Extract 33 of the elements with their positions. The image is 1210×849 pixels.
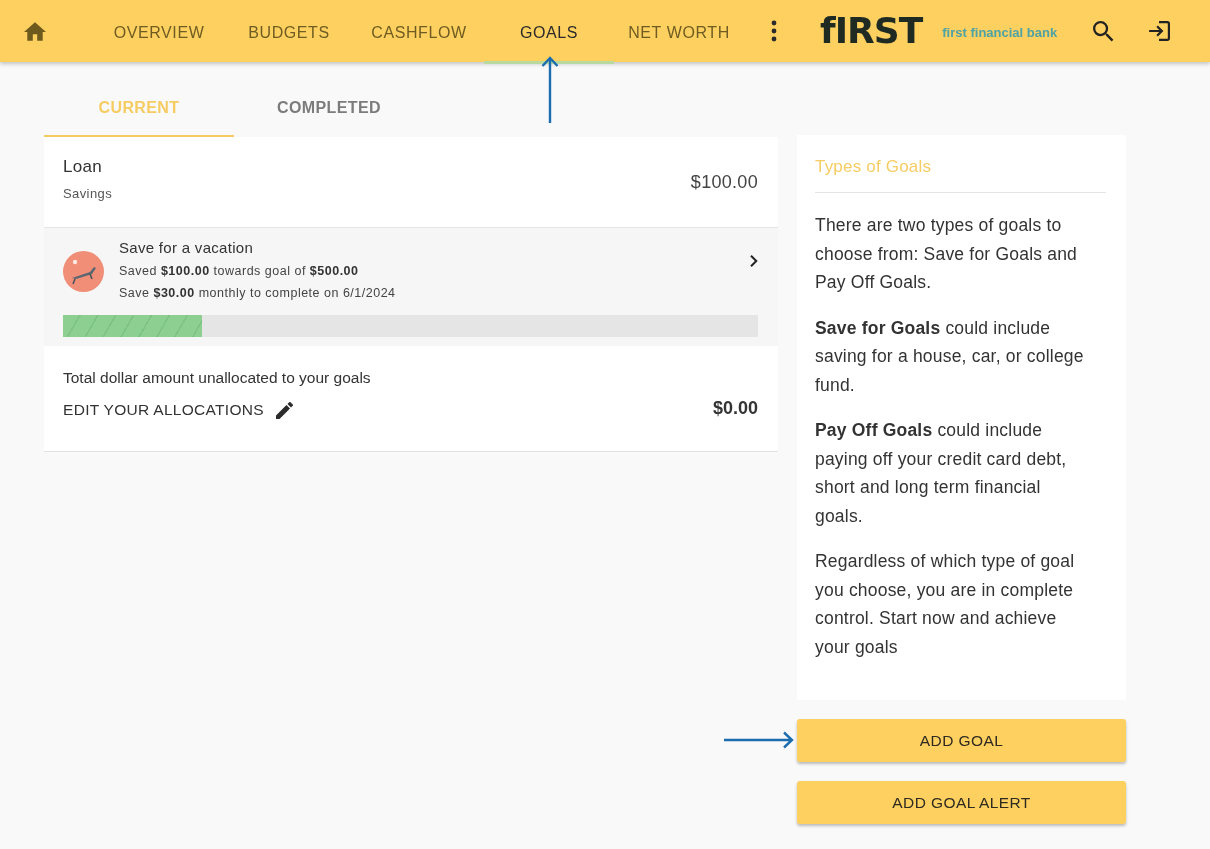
edit-allocations-link[interactable]: EDIT YOUR ALLOCATIONS	[63, 401, 293, 419]
info-panel-title: Types of Goals	[815, 157, 1106, 193]
goal-title: Save for a vacation	[119, 239, 255, 256]
home-icon[interactable]	[24, 20, 46, 42]
action-button[interactable]: ADD GOAL	[797, 719, 1126, 762]
nav-tab[interactable]: CASHFLOW	[354, 1, 484, 64]
goal-progress-text: Saved $100.00 towards goal of $500.00	[119, 264, 360, 278]
annotation-arrow-icon	[724, 731, 794, 749]
more-options-icon[interactable]	[771, 20, 777, 42]
pencil-icon[interactable]	[275, 401, 293, 419]
account-name: Loan	[63, 157, 104, 177]
unallocated-amount: $0.00	[712, 397, 758, 419]
search-icon[interactable]	[1093, 20, 1115, 42]
account-type: Savings	[63, 186, 113, 201]
nav-tab[interactable]: BUDGETS	[224, 1, 354, 64]
chevron-right-icon[interactable]	[750, 255, 758, 267]
action-button[interactable]: ADD GOAL ALERT	[797, 781, 1126, 824]
logo-tagline: first financial bank	[942, 23, 1058, 40]
nav-tab[interactable]: GOALS	[484, 1, 614, 64]
logo-wordmark: fIRST	[820, 13, 923, 49]
nav-tab[interactable]: NET WORTH	[614, 1, 744, 64]
info-paragraph: Save for Goals could include saving for a house, car, or college fund.	[815, 316, 1085, 397]
lounge-chair-icon	[63, 251, 104, 292]
nav-tab[interactable]: OVERVIEW	[94, 1, 224, 64]
annotation-arrow-icon	[541, 56, 559, 124]
unallocated-label: Total dollar amount unallocated to your goals	[63, 369, 372, 387]
sign-out-icon[interactable]	[1148, 20, 1171, 42]
info-paragraph: Pay Off Goals could include paying off your credit card debt, short and long term financial goals.	[815, 419, 1068, 528]
account-balance: $100.00	[690, 171, 758, 194]
goal-tab[interactable]: COMPLETED	[234, 62, 424, 137]
goal-plan-text: Save $30.00 monthly to complete on 6/1/2024	[119, 286, 397, 300]
info-paragraph: Regardless of which type of goal you choose, you are in complete control. Start now and achieve your goals	[815, 550, 1076, 659]
info-paragraph: There are two types of goals to choose from: Save for Goals and Pay Off Goals.	[815, 214, 1079, 294]
